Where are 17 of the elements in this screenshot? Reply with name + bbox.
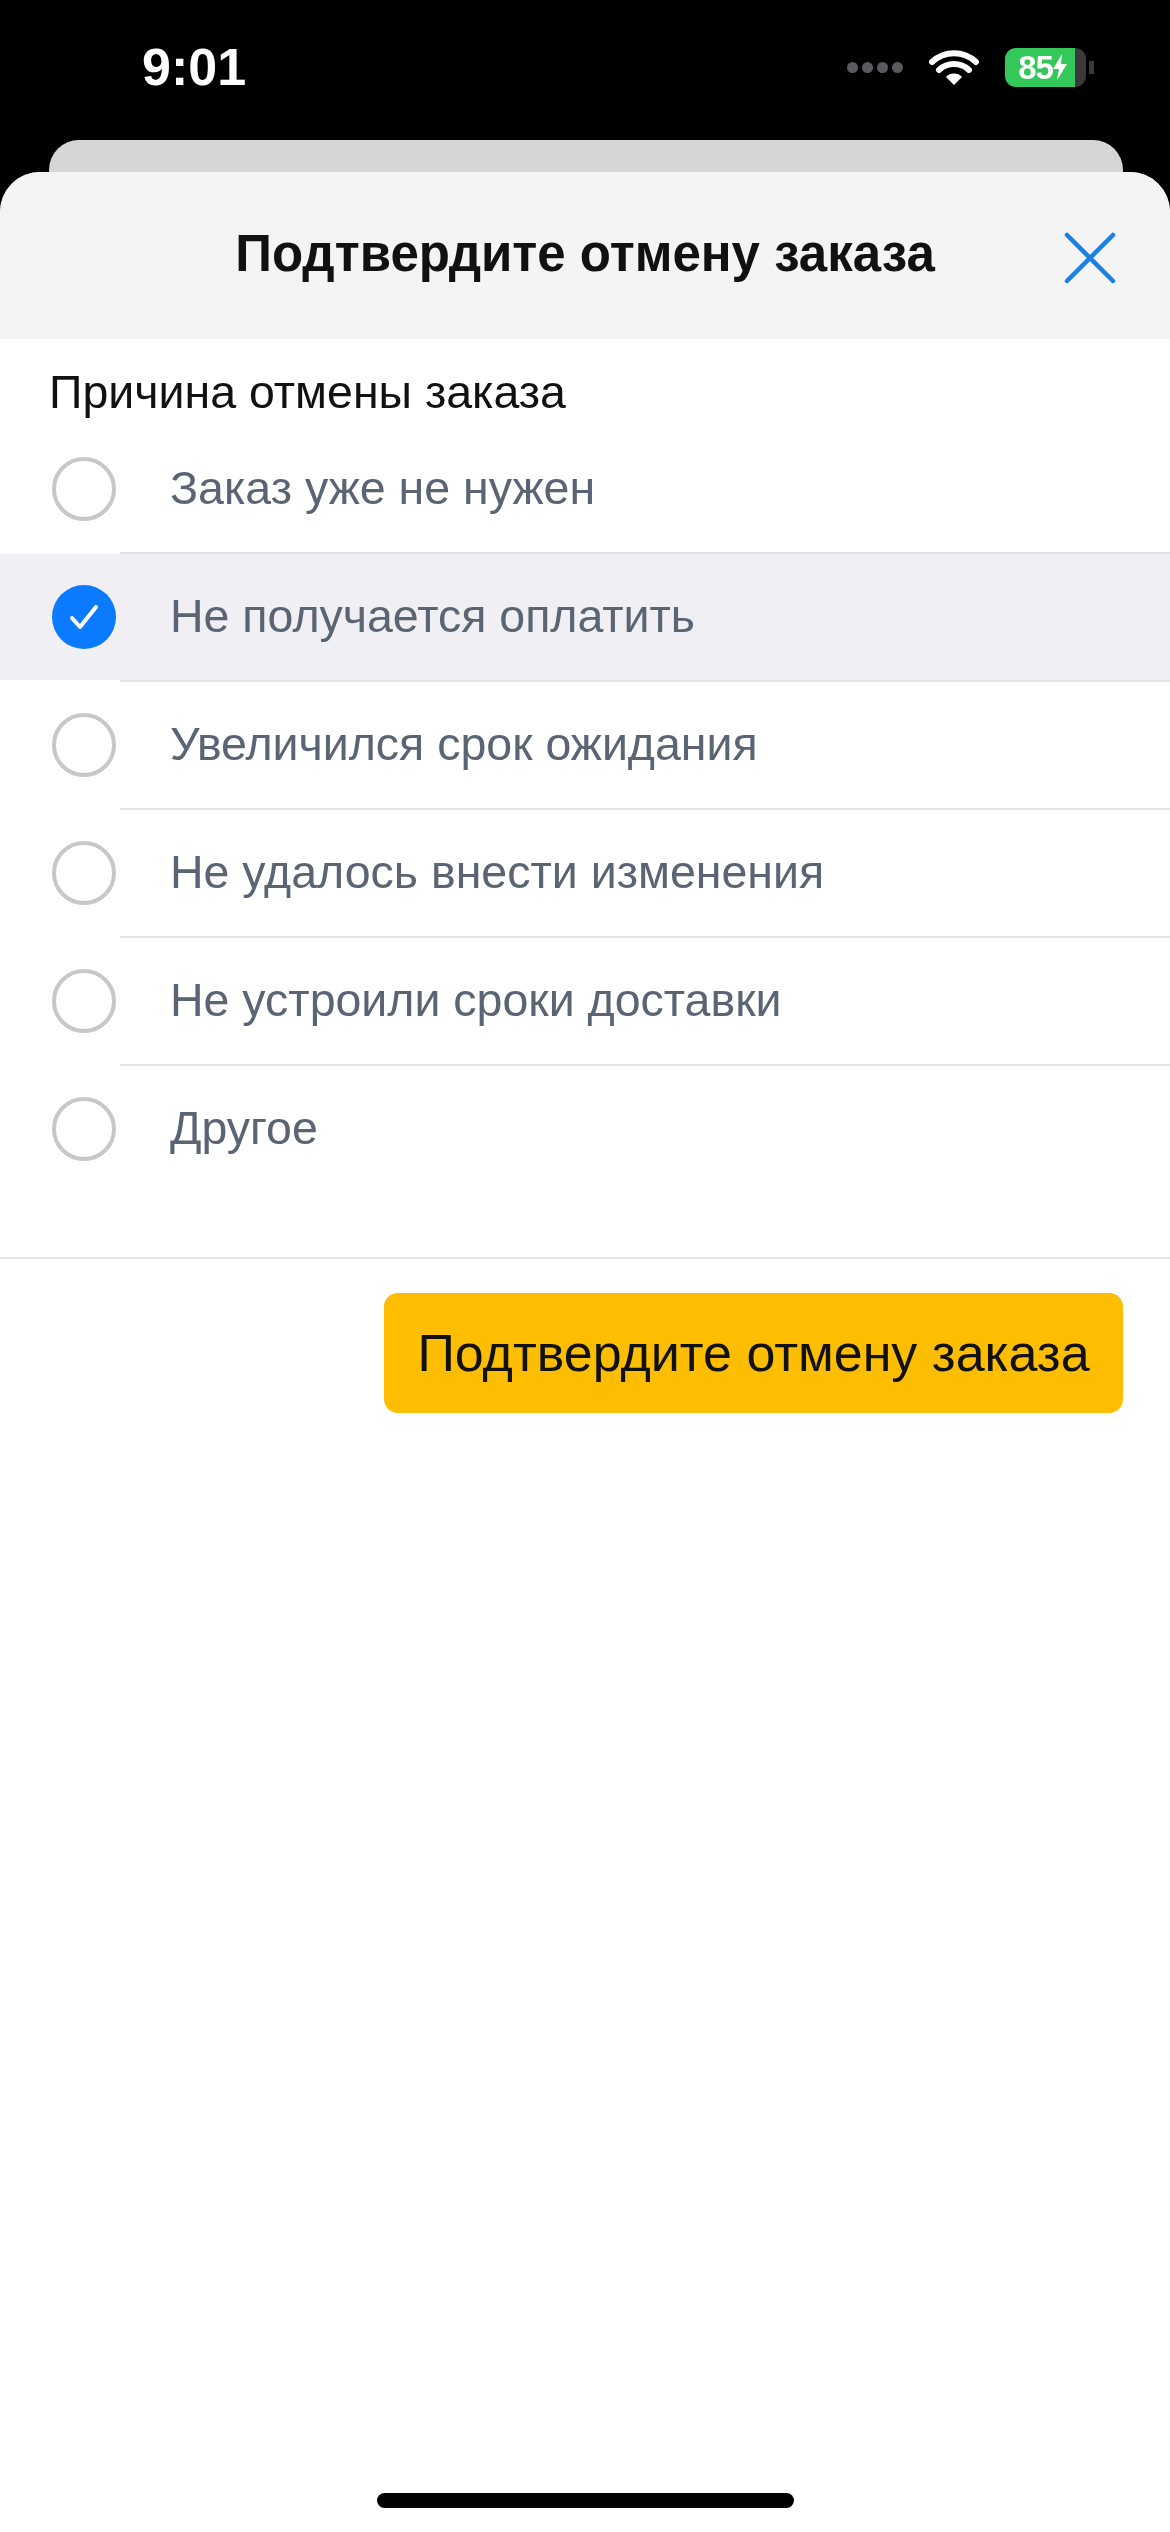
reason-option[interactable]: Не получается оплатить <box>0 554 1170 680</box>
close-button[interactable] <box>1062 230 1118 286</box>
reason-label: Другое <box>170 1101 318 1157</box>
wifi-icon <box>929 48 979 86</box>
sheet-title: Подтвердите отмену заказа <box>235 223 935 284</box>
reason-label: Не удалось внести изменения <box>170 845 825 901</box>
reason-label: Не устроили сроки доставки <box>170 973 782 1029</box>
close-icon <box>1064 232 1116 284</box>
status-time: 9:01 <box>142 41 247 93</box>
checkmark-icon <box>69 604 99 630</box>
reason-label: Заказ уже не нужен <box>170 461 596 517</box>
reason-label: Увеличился срок ожидания <box>170 717 758 773</box>
section-label: Причина отмены заказа <box>48 365 567 420</box>
signal-dots-icon <box>847 61 903 73</box>
confirm-cancel-button[interactable]: Подтвердите отмену заказа <box>384 1293 1123 1413</box>
battery-percent: 85 <box>1018 50 1053 84</box>
reason-label: Не получается оплатить <box>170 589 696 645</box>
